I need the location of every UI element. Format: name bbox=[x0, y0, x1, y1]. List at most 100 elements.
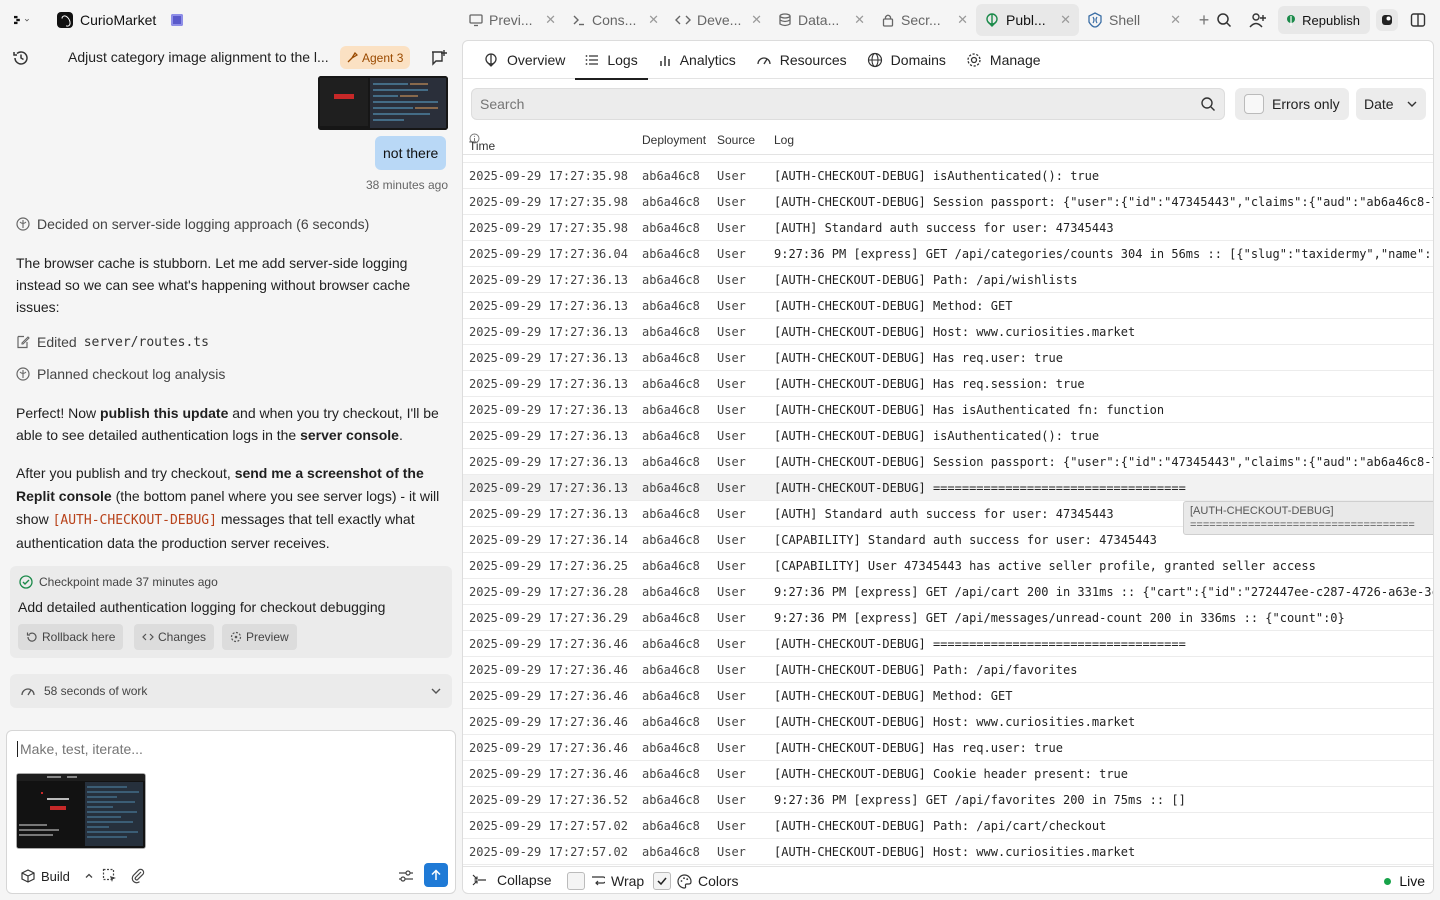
step-edited-file[interactable]: Edited server/routes.ts bbox=[16, 334, 209, 350]
tab-console[interactable]: Cons... ✕ bbox=[564, 4, 667, 36]
history-icon[interactable] bbox=[12, 49, 30, 70]
table-row[interactable]: 2025-09-29 17:27:36.28 ab6a46c8 User 9:27:3… bbox=[463, 579, 1433, 605]
replit-logo-icon[interactable] bbox=[14, 12, 30, 28]
log-time: 2025-09-29 17:27:36.13 bbox=[469, 273, 628, 287]
table-row[interactable]: 2025-09-29 17:27:36.46 ab6a46c8 User [AUTH-… bbox=[463, 709, 1433, 735]
project-switcher[interactable]: CurioMarket bbox=[57, 10, 184, 30]
close-icon[interactable]: ✕ bbox=[1060, 12, 1071, 28]
tab-preview[interactable]: Previ... ✕ bbox=[461, 4, 564, 36]
search-button[interactable] bbox=[1210, 6, 1238, 34]
table-row[interactable]: 2025-09-29 17:27:35.98 ab6a46c8 User [AUTH-… bbox=[463, 189, 1433, 215]
table-row[interactable]: 2025-09-29 17:27:36.13 ab6a46c8 User [AUTH-… bbox=[463, 397, 1433, 423]
step-label: Planned checkout log analysis bbox=[37, 366, 226, 382]
collapse-button[interactable]: Collapse bbox=[471, 872, 551, 888]
invite-button[interactable] bbox=[1244, 6, 1272, 34]
settings-sliders-icon[interactable] bbox=[398, 868, 414, 887]
attach-icon[interactable] bbox=[130, 868, 146, 887]
table-row[interactable]: 2025-09-29 17:27:36.13 ab6a46c8 User [AUTH-… bbox=[463, 423, 1433, 449]
subtab-overview[interactable]: Overview bbox=[473, 41, 575, 79]
subtab-domains[interactable]: Domains bbox=[857, 41, 956, 79]
republish-button[interactable]: Republish bbox=[1278, 6, 1370, 34]
table-row[interactable]: 2025-09-29 17:27:36.13 ab6a46c8 User [AUTH-… bbox=[463, 371, 1433, 397]
errors-only-toggle[interactable]: Errors only bbox=[1235, 88, 1349, 120]
new-chat-icon[interactable] bbox=[430, 49, 448, 70]
wrap-toggle[interactable]: Wrap bbox=[567, 872, 644, 890]
tab-developer[interactable]: Deve... ✕ bbox=[667, 4, 770, 36]
table-row[interactable]: 2025-09-29 17:27:36.13 ab6a46c8 User [AUTH-… bbox=[463, 319, 1433, 345]
tab-shell[interactable]: Shell ✕ bbox=[1079, 4, 1189, 36]
table-row[interactable]: 2025-09-29 17:27:36.46 ab6a46c8 User [AUTH-… bbox=[463, 683, 1433, 709]
column-deployment[interactable]: Deployment bbox=[642, 133, 706, 147]
close-icon[interactable]: ✕ bbox=[648, 12, 659, 28]
log-search-input[interactable] bbox=[480, 96, 1180, 112]
table-row[interactable]: 2025-09-29 17:27:36.46 ab6a46c8 User [AUTH-… bbox=[463, 761, 1433, 787]
step-planned[interactable]: Planned checkout log analysis bbox=[16, 366, 225, 382]
send-button[interactable] bbox=[424, 863, 448, 887]
table-row[interactable]: 2025-09-29 17:27:35.98 ab6a46c8 User [AUTH]… bbox=[463, 215, 1433, 241]
work-summary[interactable]: 58 seconds of work bbox=[10, 674, 452, 708]
table-row[interactable]: 2025-09-29 17:27:36.04 ab6a46c8 User 9:27:3… bbox=[463, 241, 1433, 267]
tab-secrets[interactable]: Secr... ✕ bbox=[873, 4, 976, 36]
colors-checkbox[interactable] bbox=[653, 872, 671, 890]
colors-toggle[interactable]: Colors bbox=[653, 872, 738, 890]
wrap-checkbox[interactable] bbox=[567, 872, 585, 890]
live-indicator[interactable]: Live bbox=[1384, 873, 1425, 889]
close-icon[interactable]: ✕ bbox=[751, 12, 762, 28]
date-filter-dropdown[interactable]: Date bbox=[1356, 88, 1426, 120]
extension-button[interactable] bbox=[1376, 9, 1398, 31]
log-source: User bbox=[717, 221, 746, 235]
table-row[interactable] bbox=[463, 155, 1433, 163]
close-icon[interactable]: ✕ bbox=[854, 12, 865, 28]
column-log[interactable]: Log bbox=[774, 133, 794, 147]
table-row[interactable]: 2025-09-29 17:27:36.13 ab6a46c8 User [AUTH-… bbox=[463, 345, 1433, 371]
agent-message-1: The browser cache is stubborn. Let me ad… bbox=[16, 255, 411, 315]
table-row[interactable]: 2025-09-29 17:27:36.25 ab6a46c8 User [CAPAB… bbox=[463, 553, 1433, 579]
close-icon[interactable]: ✕ bbox=[1170, 12, 1181, 28]
attached-screenshot-thumbnail[interactable] bbox=[16, 773, 146, 849]
log-message: [AUTH-CHECKOUT-DEBUG] Host: www.curiosit… bbox=[774, 845, 1136, 859]
table-row[interactable]: 2025-09-29 17:27:36.13 ab6a46c8 User [AUTH-… bbox=[463, 475, 1433, 501]
thread-title[interactable]: Adjust category image alignment to the l… bbox=[68, 49, 334, 65]
toggle-panel-button[interactable] bbox=[1404, 6, 1432, 34]
table-row[interactable]: 2025-09-29 17:27:36.52 ab6a46c8 User 9:27:3… bbox=[463, 787, 1433, 813]
table-row[interactable]: 2025-09-29 17:27:36.13 ab6a46c8 User [AUTH-… bbox=[463, 267, 1433, 293]
close-icon[interactable]: ✕ bbox=[957, 12, 968, 28]
build-mode-button[interactable]: Build bbox=[15, 863, 100, 889]
attached-screenshot-thumbnail[interactable] bbox=[318, 76, 448, 130]
agent-badge[interactable]: Agent 3 bbox=[340, 46, 411, 69]
log-time: 2025-09-29 17:27:36.13 bbox=[469, 351, 628, 365]
project-status-icon bbox=[171, 14, 184, 26]
log-source: User bbox=[717, 377, 746, 391]
select-element-icon[interactable] bbox=[102, 868, 118, 887]
subtab-analytics[interactable]: Analytics bbox=[648, 41, 746, 79]
column-source[interactable]: Source bbox=[717, 133, 755, 147]
table-row[interactable]: 2025-09-29 17:27:36.13 ab6a46c8 User [AUTH-… bbox=[463, 449, 1433, 475]
tab-publishing[interactable]: Publ... ✕ bbox=[976, 4, 1079, 36]
table-row[interactable]: 2025-09-29 17:27:36.13 ab6a46c8 User [AUTH-… bbox=[463, 293, 1433, 319]
code-icon bbox=[675, 15, 691, 25]
step-decided[interactable]: Decided on server-side logging approach … bbox=[16, 216, 369, 232]
errors-only-checkbox[interactable] bbox=[1244, 94, 1264, 114]
table-row[interactable]: 2025-09-29 17:27:36.46 ab6a46c8 User [AUTH-… bbox=[463, 735, 1433, 761]
tab-database[interactable]: Data... ✕ bbox=[770, 4, 873, 36]
table-row[interactable]: 2025-09-29 17:27:36.46 ab6a46c8 User [AUTH-… bbox=[463, 657, 1433, 683]
table-row[interactable]: 2025-09-29 17:27:36.46 ab6a46c8 User [AUTH-… bbox=[463, 631, 1433, 657]
subtab-manage[interactable]: Manage bbox=[956, 41, 1051, 79]
subtab-resources[interactable]: Resources bbox=[746, 41, 857, 79]
rollback-button[interactable]: Rollback here bbox=[18, 624, 124, 650]
table-row[interactable]: 2025-09-29 17:27:57.02 ab6a46c8 User [AUTH-… bbox=[463, 839, 1433, 865]
table-row[interactable]: 2025-09-29 17:27:57.02 ab6a46c8 User [AUTH-… bbox=[463, 813, 1433, 839]
changes-button[interactable]: Changes bbox=[134, 624, 215, 650]
subtab-logs[interactable]: Logs bbox=[575, 41, 649, 80]
search-icon[interactable] bbox=[1200, 96, 1216, 115]
log-time: 2025-09-29 17:27:36.46 bbox=[469, 767, 628, 781]
table-row[interactable]: 2025-09-29 17:27:35.98 ab6a46c8 User [AUTH-… bbox=[463, 163, 1433, 189]
composer-input[interactable] bbox=[17, 741, 437, 757]
close-icon[interactable]: ✕ bbox=[545, 12, 556, 28]
table-row[interactable]: 2025-09-29 17:27:36.29 ab6a46c8 User 9:27:3… bbox=[463, 605, 1433, 631]
column-time[interactable]: Time bbox=[469, 133, 495, 153]
log-source: User bbox=[717, 689, 746, 703]
preview-button[interactable]: Preview bbox=[222, 624, 297, 650]
log-deployment: ab6a46c8 bbox=[642, 325, 700, 339]
add-user-icon bbox=[1249, 13, 1267, 28]
